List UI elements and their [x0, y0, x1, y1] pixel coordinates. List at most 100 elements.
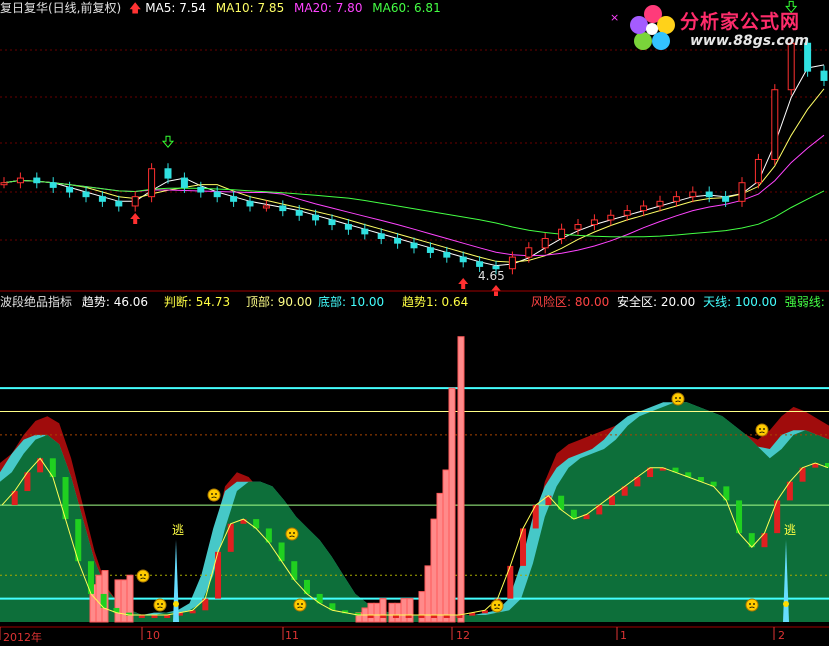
candle-body: [33, 177, 41, 184]
ma10-line: [3, 88, 825, 263]
logo-url: www.88gs.com: [690, 33, 809, 49]
candle-body: [361, 228, 369, 235]
candle-body: [16, 177, 24, 184]
face-icon: [749, 603, 751, 605]
candle-body: [722, 196, 730, 202]
site-logo: 分析家公式网 www.88gs.com: [628, 3, 826, 53]
candle-body: [180, 177, 188, 188]
candle-body: [164, 168, 172, 179]
face-icon: [140, 574, 142, 576]
candle-body: [754, 158, 762, 184]
face-icon: [297, 603, 299, 605]
candle-body: [246, 200, 254, 207]
candle-body: [771, 89, 779, 160]
ma20-label: MA20: 7.80: [294, 1, 363, 15]
face-icon: [153, 598, 167, 612]
candle-body: [394, 238, 402, 244]
candle-body: [656, 200, 664, 207]
candle-body: [82, 191, 90, 198]
logo-title: 分析家公式网: [680, 11, 801, 33]
candle-body: [98, 196, 106, 202]
candle-body: [262, 205, 270, 209]
face-icon: [763, 428, 765, 430]
face-icon: [285, 527, 299, 541]
pink-bar: [406, 598, 414, 623]
face-icon: [161, 603, 163, 605]
pink-bar: [436, 492, 444, 623]
strong-label: 强弱线: 50.00: [784, 295, 829, 309]
safe-label: 安全区: 20.00: [617, 295, 696, 309]
date-tick-label: 2: [778, 629, 785, 642]
escape-label: 逃: [784, 523, 797, 537]
face-icon: [494, 604, 496, 606]
candle-body: [820, 70, 828, 81]
date-tick-label: 11: [285, 629, 299, 642]
stock-title: 复日复华(日线,前复权): [0, 1, 122, 15]
face-icon: [215, 493, 217, 495]
face-icon: [144, 574, 146, 576]
face-icon: [755, 423, 769, 437]
pink-bar: [394, 602, 402, 623]
runner-icon: [783, 601, 789, 607]
trend1-label: 趋势1: 0.64: [402, 295, 469, 309]
face-icon: [671, 392, 685, 406]
pink-bar: [367, 602, 375, 623]
pink-bar: [388, 602, 396, 623]
ma60-label: MA60: 6.81: [372, 1, 441, 15]
indicator-name: 波段绝品指标: [0, 295, 73, 309]
candle-body: [312, 214, 320, 221]
face-icon: [285, 527, 299, 541]
candle-body: [590, 219, 598, 226]
face-icon: [759, 428, 761, 430]
pink-bar: [457, 336, 465, 623]
candle-body: [295, 210, 303, 216]
buy-arrow-icon: [458, 278, 469, 290]
risk-label: 风险区: 80.00: [531, 295, 610, 309]
candle-body: [623, 210, 631, 216]
sky-label: 天线: 100.00: [703, 295, 777, 309]
pink-bar: [400, 598, 408, 623]
candle-body: [426, 247, 434, 253]
ma5-line: [3, 64, 825, 267]
chart-canvas: [0, 0, 829, 640]
candle-body: [115, 200, 123, 207]
date-tick-label: 12: [456, 629, 470, 642]
face-icon: [293, 532, 295, 534]
ma5-label: MA5: 7.54: [145, 1, 206, 15]
candle-body: [66, 186, 74, 193]
candle-body: [738, 182, 746, 202]
escape-label: 逃: [172, 523, 185, 537]
pink-bar: [120, 579, 128, 623]
date-tick-label: 1: [620, 629, 627, 642]
face-icon: [490, 599, 504, 613]
face-icon: [301, 603, 303, 605]
top-label: 顶部: 90.00: [245, 295, 313, 309]
pink-bar: [379, 598, 387, 623]
candle-body: [0, 182, 8, 186]
pink-bar: [373, 602, 381, 623]
candle-body: [410, 242, 418, 249]
bottom-label: 底部: 10.00: [317, 295, 385, 309]
candle-body: [328, 219, 336, 226]
candle-body: [131, 196, 139, 207]
candle-body: [705, 191, 713, 198]
pink-bar: [448, 387, 456, 623]
face-icon: [207, 488, 221, 502]
buy-arrow-icon: [130, 212, 141, 224]
candle-body: [197, 186, 205, 193]
indicator-header: 波段绝品指标 趋势: 46.06 判断: 54.73 顶部: 90.00 底部:…: [0, 295, 468, 309]
low-price-label: 4.65: [478, 269, 505, 283]
judge-label: 判断: 54.73: [163, 295, 231, 309]
pink-bar: [442, 469, 450, 623]
indicator-header-right: 风险区: 80.00 安全区: 20.00 天线: 100.00 强弱线: 50…: [531, 295, 829, 309]
date-tick-label: 2012年: [3, 631, 42, 644]
candle-body: [377, 233, 385, 240]
escape-spike: [173, 540, 179, 622]
candle-body: [689, 191, 697, 198]
face-icon: [490, 599, 504, 613]
flower-logo-icon: [630, 5, 675, 50]
candle-body: [574, 224, 582, 230]
close-x-icon: ×: [610, 11, 620, 24]
candle-body: [508, 256, 516, 270]
candle-body: [443, 251, 451, 258]
